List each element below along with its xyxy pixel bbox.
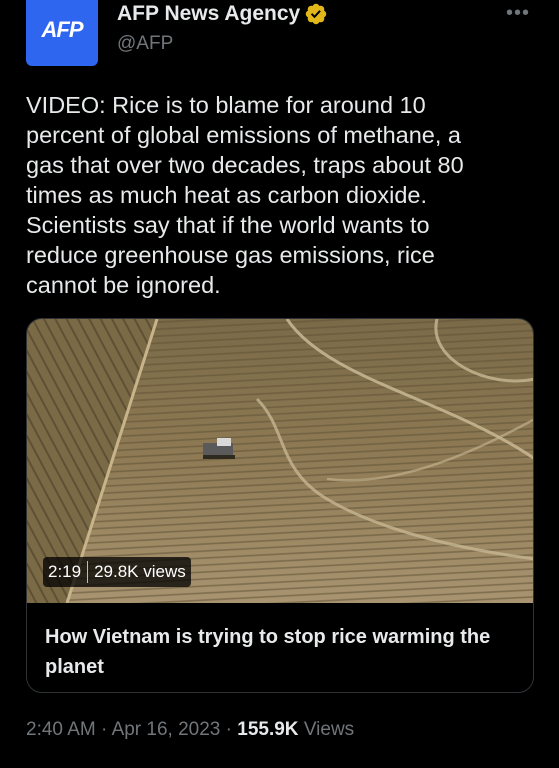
tweet-time[interactable]: 2:40 AM bbox=[26, 719, 96, 740]
video-stats-badge: 2:19 29.8K views bbox=[43, 557, 191, 587]
badge-divider bbox=[87, 561, 89, 583]
more-options-icon[interactable]: ••• bbox=[506, 3, 530, 23]
video-views: 29.8K views bbox=[94, 562, 186, 581]
display-name[interactable]: AFP News Agency bbox=[117, 2, 300, 26]
meta-separator: · bbox=[220, 719, 238, 740]
verified-badge-icon[interactable] bbox=[304, 2, 328, 26]
author-name-row: AFP News Agency bbox=[117, 2, 328, 26]
avatar-logo-text: AFP bbox=[41, 17, 84, 42]
video-title[interactable]: How Vietnam is trying to stop rice warmi… bbox=[45, 622, 515, 682]
meta-separator: · bbox=[95, 719, 112, 740]
video-card[interactable]: 2:19 29.8K views How Vietnam is trying t… bbox=[26, 318, 534, 693]
tweet: AFP AFP News Agency @AFP ••• VIDEO: Rice… bbox=[0, 0, 559, 768]
tweet-text: VIDEO: Rice is to blame for around 10 pe… bbox=[26, 92, 464, 298]
tweet-date[interactable]: Apr 16, 2023 bbox=[112, 719, 221, 740]
handle[interactable]: @AFP bbox=[117, 33, 173, 55]
video-duration: 2:19 bbox=[48, 562, 82, 581]
tweet-metadata: 2:40 AM · Apr 16, 2023 · 155.9K Views bbox=[26, 719, 354, 741]
views-label: Views bbox=[298, 719, 355, 740]
view-count[interactable]: 155.9K bbox=[237, 719, 298, 740]
avatar[interactable]: AFP bbox=[26, 0, 98, 66]
